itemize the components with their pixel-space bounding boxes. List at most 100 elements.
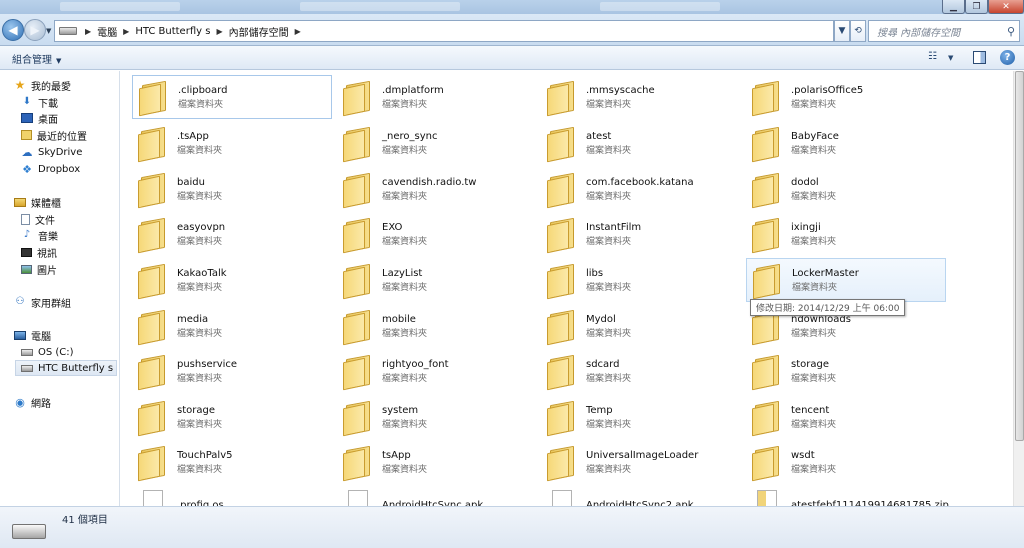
- folder-item[interactable]: mobile 檔案資料夾: [337, 304, 537, 348]
- folder-item[interactable]: storage 檔案資料夾: [746, 349, 946, 393]
- folder-item[interactable]: UniversalImageLoader 檔案資料夾: [541, 440, 741, 484]
- nav-recent-places[interactable]: 最近的位置: [21, 127, 87, 143]
- folder-item[interactable]: LockerMaster 檔案資料夾: [746, 258, 946, 302]
- file-item[interactable]: AndroidHtcSync.apk: [337, 484, 537, 506]
- folder-item[interactable]: ixingji 檔案資料夾: [746, 212, 946, 256]
- file-item[interactable]: AndroidHtcSync2.apk: [541, 484, 741, 506]
- nav-favorites[interactable]: ★ 我的最愛: [14, 77, 71, 93]
- nav-computer[interactable]: 電腦: [14, 327, 51, 343]
- download-icon: ⬇: [22, 96, 32, 107]
- item-name: mobile: [382, 313, 416, 325]
- folder-item[interactable]: .clipboard 檔案資料夾: [132, 75, 332, 119]
- nav-htc-butterfly[interactable]: HTC Butterfly s: [15, 360, 117, 376]
- help-button[interactable]: ?: [1000, 50, 1015, 65]
- minimize-button[interactable]: ▁: [942, 0, 965, 14]
- breadcrumb-separator-icon[interactable]: ▶: [120, 27, 132, 36]
- folder-item[interactable]: InstantFilm 檔案資料夾: [541, 212, 741, 256]
- folder-icon: [343, 400, 373, 437]
- item-name: baidu: [177, 176, 205, 188]
- folder-icon: [752, 217, 782, 254]
- nav-label: HTC Butterfly s: [38, 362, 114, 374]
- folder-item[interactable]: TouchPalv5 檔案資料夾: [132, 440, 332, 484]
- breadcrumb-separator-icon[interactable]: ▶: [213, 27, 225, 36]
- search-input[interactable]: 搜尋 內部儲存空間 ⚲: [868, 20, 1020, 42]
- preview-pane-button[interactable]: [973, 51, 986, 64]
- folder-icon: [138, 217, 168, 254]
- breadcrumb-separator-icon[interactable]: ▶: [292, 27, 304, 36]
- close-button[interactable]: ✕: [988, 0, 1024, 14]
- breadcrumb-separator-icon[interactable]: ▶: [82, 27, 94, 36]
- view-dropdown[interactable]: ▼: [948, 54, 953, 62]
- maximize-button[interactable]: ❐: [965, 0, 988, 14]
- refresh-button[interactable]: ⟲: [850, 20, 866, 42]
- folder-item[interactable]: .dmplatform 檔案資料夾: [337, 75, 537, 119]
- change-view-button[interactable]: ☷: [928, 51, 937, 62]
- folder-item[interactable]: .mmsyscache 檔案資料夾: [541, 75, 741, 119]
- breadcrumb-computer[interactable]: 電腦: [94, 24, 120, 39]
- nav-pictures[interactable]: 圖片: [21, 261, 57, 277]
- folder-item[interactable]: cavendish.radio.tw 檔案資料夾: [337, 167, 537, 211]
- vertical-scrollbar[interactable]: [1013, 71, 1024, 506]
- folder-item[interactable]: pushservice 檔案資料夾: [132, 349, 332, 393]
- folder-item[interactable]: _nero_sync 檔案資料夾: [337, 121, 537, 165]
- folder-item[interactable]: storage 檔案資料夾: [132, 395, 332, 439]
- folder-item[interactable]: .tsApp 檔案資料夾: [132, 121, 332, 165]
- nav-dropbox[interactable]: ❖ Dropbox: [21, 161, 80, 177]
- nav-desktop[interactable]: 桌面: [21, 110, 58, 126]
- folder-item[interactable]: sdcard 檔案資料夾: [541, 349, 741, 393]
- folder-item[interactable]: dodol 檔案資料夾: [746, 167, 946, 211]
- address-bar[interactable]: ▶ 電腦 ▶ HTC Butterfly s ▶ 內部儲存空間 ▶: [54, 20, 834, 42]
- folder-item[interactable]: KakaoTalk 檔案資料夾: [132, 258, 332, 302]
- breadcrumb-internal-storage[interactable]: 內部儲存空間: [226, 24, 292, 39]
- item-type: 檔案資料夾: [382, 145, 428, 156]
- folder-item[interactable]: libs 檔案資料夾: [541, 258, 741, 302]
- folder-item[interactable]: EXO 檔案資料夾: [337, 212, 537, 256]
- breadcrumb-device[interactable]: HTC Butterfly s: [132, 26, 213, 37]
- folder-item[interactable]: wsdt 檔案資料夾: [746, 440, 946, 484]
- folder-item[interactable]: com.facebook.katana 檔案資料夾: [541, 167, 741, 211]
- folder-item[interactable]: LazyList 檔案資料夾: [337, 258, 537, 302]
- nav-downloads[interactable]: ⬇ 下載: [21, 94, 58, 110]
- organize-button[interactable]: 組合管理 ▼: [12, 51, 61, 66]
- item-type: 檔案資料夾: [177, 145, 223, 156]
- folder-item[interactable]: Mydol 檔案資料夾: [541, 304, 741, 348]
- file-item[interactable]: .profig.os: [132, 484, 332, 506]
- folder-item[interactable]: media 檔案資料夾: [132, 304, 332, 348]
- item-name: ixingji: [791, 221, 821, 233]
- forward-button[interactable]: ▶: [24, 19, 46, 41]
- address-history-dropdown[interactable]: ▼: [834, 20, 850, 42]
- recent-pages-dropdown[interactable]: ▼: [46, 27, 51, 35]
- nav-network[interactable]: ◉ 網路: [14, 394, 51, 410]
- folder-icon: [343, 263, 373, 300]
- skydrive-icon: ☁: [21, 145, 33, 159]
- folder-item[interactable]: tencent 檔案資料夾: [746, 395, 946, 439]
- item-name: KakaoTalk: [177, 267, 227, 279]
- back-button[interactable]: ◀: [2, 19, 24, 41]
- folder-item[interactable]: easyovpn 檔案資料夾: [132, 212, 332, 256]
- item-type: 檔案資料夾: [177, 191, 223, 202]
- folder-item[interactable]: system 檔案資料夾: [337, 395, 537, 439]
- folder-item[interactable]: rightyoo_font 檔案資料夾: [337, 349, 537, 393]
- folder-icon: [343, 354, 373, 391]
- item-name: atest: [586, 130, 612, 142]
- refresh-icon: ⟲: [854, 26, 862, 36]
- folder-item[interactable]: atest 檔案資料夾: [541, 121, 741, 165]
- item-type: 檔案資料夾: [791, 328, 837, 339]
- nav-os-drive[interactable]: OS (C:): [21, 344, 74, 360]
- nav-documents[interactable]: 文件: [21, 211, 55, 227]
- folder-item[interactable]: tsApp 檔案資料夾: [337, 440, 537, 484]
- nav-music[interactable]: ♪ 音樂: [21, 227, 58, 243]
- scrollbar-thumb[interactable]: [1015, 71, 1024, 441]
- item-name: .clipboard: [178, 84, 228, 96]
- folder-item[interactable]: BabyFace 檔案資料夾: [746, 121, 946, 165]
- documents-icon: [21, 213, 30, 225]
- nav-skydrive[interactable]: ☁ SkyDrive: [21, 144, 83, 160]
- folder-item[interactable]: Temp 檔案資料夾: [541, 395, 741, 439]
- nav-homegroup[interactable]: ⚇ 家用群組: [14, 294, 71, 310]
- folder-item[interactable]: baidu 檔案資料夾: [132, 167, 332, 211]
- folder-item[interactable]: .polarisOffice5 檔案資料夾: [746, 75, 946, 119]
- item-name: LazyList: [382, 267, 423, 279]
- nav-video[interactable]: 視訊: [21, 244, 57, 260]
- file-item[interactable]: atestfebf111419914681785.zip: [746, 484, 949, 506]
- nav-libraries[interactable]: 媒體櫃: [14, 194, 61, 210]
